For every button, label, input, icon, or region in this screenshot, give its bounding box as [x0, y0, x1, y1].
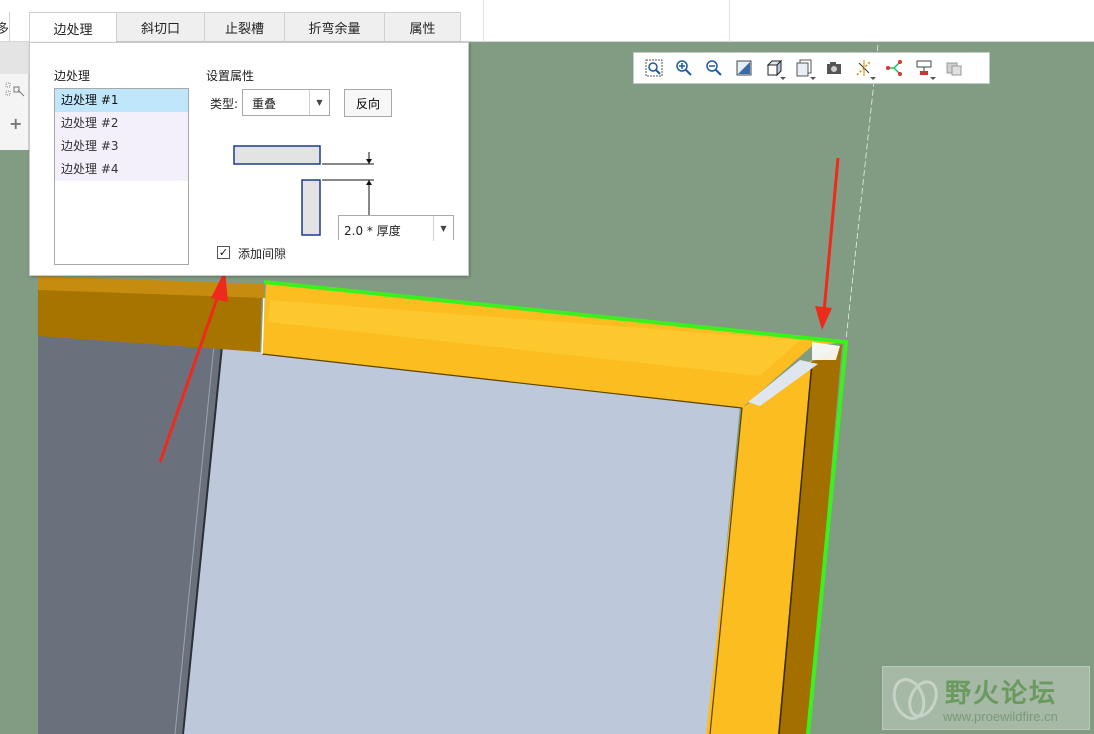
repaint-icon[interactable] — [729, 55, 759, 81]
appearance-icon[interactable] — [939, 55, 969, 81]
datum-line — [845, 44, 879, 341]
annotation-display-icon[interactable] — [909, 55, 939, 81]
tab-label: 属性 — [409, 21, 436, 37]
watermark-logo-icon — [892, 678, 938, 720]
list-item[interactable]: 边处理 #3 — [55, 135, 188, 158]
dimension-value: 2.0 * 厚度 — [344, 224, 401, 238]
dimension-dropdown[interactable]: 2.0 * 厚度 ▼ — [338, 215, 454, 241]
list-title: 边处理 — [54, 69, 91, 83]
tab-stub-label: 多 — [0, 18, 9, 37]
ribbon-divider — [483, 0, 484, 42]
left-strip-header — [0, 42, 29, 74]
list-item[interactable]: 边处理 #4 — [55, 158, 188, 181]
tab-label: 折弯余量 — [308, 21, 361, 37]
dropdown-indicator — [780, 77, 786, 80]
zoom-in-icon[interactable] — [669, 55, 699, 81]
red-arrow-right — [815, 157, 840, 330]
spin-center-icon[interactable] — [879, 55, 909, 81]
ribbon-bar: 多 边处理 斜切口 止裂槽 折弯余量 属性 — [0, 0, 1094, 43]
tab-edge-treatment[interactable]: 边处理 — [29, 12, 117, 43]
checkmark-icon: ✓ — [218, 246, 229, 259]
tab-stub[interactable]: 多 — [0, 12, 10, 42]
tab-strip: 边处理 斜切口 止裂槽 折弯余量 属性 — [29, 12, 461, 43]
chevron-down-icon: ▼ — [309, 90, 329, 115]
add-icon[interactable]: + — [9, 114, 22, 133]
view-toolbar — [633, 52, 990, 84]
add-gap-label: 添加间隙 — [238, 247, 287, 261]
reverse-button[interactable]: 反向 — [344, 89, 392, 117]
watermark-url: www.proewildfire.cn — [943, 709, 1058, 724]
tab-label: 止裂槽 — [224, 21, 264, 37]
zoom-fit-icon[interactable] — [639, 55, 669, 81]
chevron-down-icon: ▼ — [433, 216, 453, 241]
edge-treatment-list[interactable]: 边处理 #1 边处理 #2 边处理 #3 边处理 #4 — [54, 88, 189, 265]
list-item[interactable]: 边处理 #1 — [55, 89, 188, 112]
type-value: 重叠 — [252, 97, 277, 111]
props-title: 设置属性 — [206, 69, 255, 83]
tab-relief[interactable]: 止裂槽 — [205, 12, 285, 42]
datum-display-icon[interactable] — [849, 55, 879, 81]
type-dropdown[interactable]: 重叠 ▼ — [242, 89, 330, 116]
list-item[interactable]: 边处理 #2 — [55, 112, 188, 135]
watermark-title: 野火论坛 — [945, 679, 1058, 709]
dropdown-indicator — [870, 77, 876, 80]
type-label: 类型: — [210, 97, 239, 111]
tab-miter-cut[interactable]: 斜切口 — [117, 12, 205, 42]
model-tree-icon[interactable] — [4, 80, 26, 105]
display-style-icon[interactable] — [759, 55, 789, 81]
zoom-out-icon[interactable] — [699, 55, 729, 81]
left-tool-strip: + — [0, 42, 29, 150]
saved-views-icon[interactable] — [789, 55, 819, 81]
model-corner-gap — [812, 342, 840, 360]
tab-label: 斜切口 — [140, 21, 180, 37]
ribbon-divider — [729, 0, 730, 42]
dropdown-indicator — [810, 77, 816, 80]
edge-treatment-panel: 边处理 边处理 #1 边处理 #2 边处理 #3 边处理 #4 设置属性 类型:… — [29, 42, 469, 276]
dropdown-indicator — [930, 77, 936, 80]
tab-label: 边处理 — [53, 22, 93, 38]
model-main-face — [182, 348, 740, 734]
view-manager-icon[interactable] — [819, 55, 849, 81]
tab-bend-allowance[interactable]: 折弯余量 — [285, 12, 385, 42]
add-gap-checkbox[interactable]: ✓ — [217, 246, 230, 259]
tab-properties[interactable]: 属性 — [385, 12, 461, 42]
forum-watermark: 野火论坛 www.proewildfire.cn — [882, 666, 1090, 730]
